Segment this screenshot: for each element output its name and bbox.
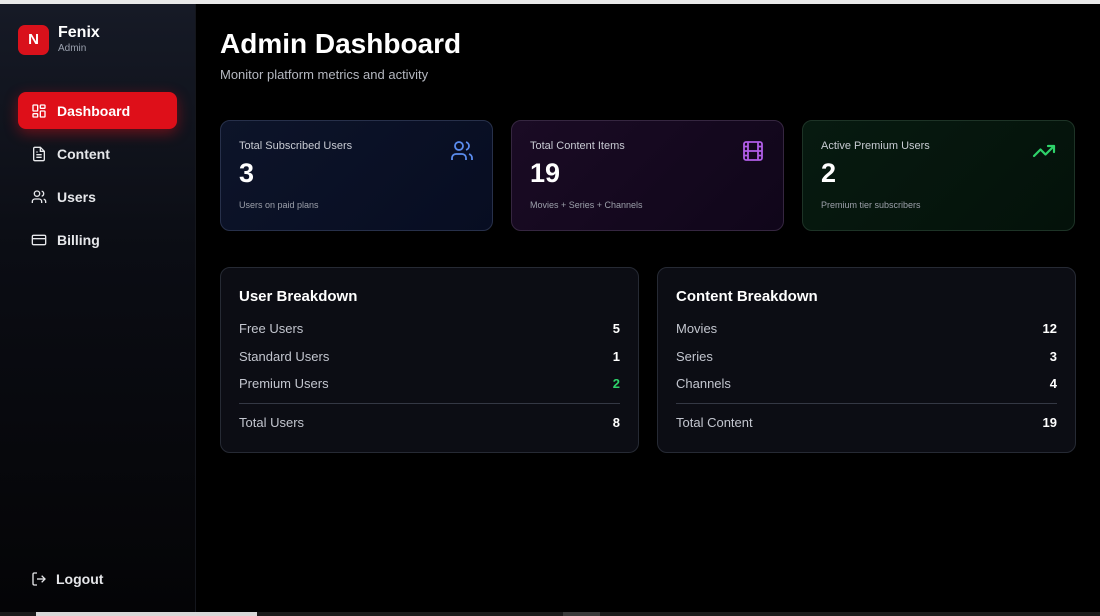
row-label: Standard Users bbox=[239, 348, 330, 364]
total-row: Total Content 19 bbox=[676, 408, 1057, 438]
user-breakdown-panel: User Breakdown Free Users 5 Standard Use… bbox=[220, 267, 639, 453]
stat-card-content-items: Total Content Items 19 Movies + Series +… bbox=[511, 120, 784, 231]
stat-caption: Premium tier subscribers bbox=[821, 200, 921, 210]
stat-value: 3 bbox=[239, 158, 255, 188]
stat-caption: Users on paid plans bbox=[239, 200, 319, 210]
stat-caption: Movies + Series + Channels bbox=[530, 200, 643, 210]
breakdown-row: Standard Users 1 bbox=[239, 343, 620, 371]
logout-label: Logout bbox=[56, 571, 104, 587]
users-icon bbox=[31, 189, 47, 205]
scrollbar-thumb-secondary bbox=[563, 612, 600, 616]
logout-button[interactable]: Logout bbox=[31, 571, 103, 587]
sidebar-item-dashboard[interactable]: Dashboard bbox=[18, 92, 177, 129]
brand-name: Fenix bbox=[58, 24, 100, 41]
sidebar-item-billing[interactable]: Billing bbox=[18, 221, 177, 258]
brand-logo: N bbox=[18, 24, 49, 55]
row-value: 19 bbox=[1042, 415, 1057, 430]
total-row: Total Users 8 bbox=[239, 408, 620, 438]
brand-role: Admin bbox=[58, 43, 87, 54]
row-label: Channels bbox=[676, 376, 731, 392]
stat-label: Active Premium Users bbox=[821, 140, 930, 152]
stat-value: 2 bbox=[821, 158, 837, 188]
row-value: 2 bbox=[612, 376, 620, 392]
content-breakdown-panel: Content Breakdown Movies 12 Series 3 Cha… bbox=[657, 267, 1076, 453]
stat-card-subscribed-users: Total Subscribed Users 3 Users on paid p… bbox=[220, 120, 493, 231]
dashboard-icon bbox=[31, 103, 47, 119]
breakdown-row: Movies 12 bbox=[676, 315, 1057, 343]
document-icon bbox=[31, 146, 47, 162]
row-label: Premium Users bbox=[239, 376, 329, 392]
divider bbox=[239, 402, 620, 404]
row-value: 1 bbox=[612, 348, 620, 364]
sidebar-item-label: Dashboard bbox=[57, 102, 131, 119]
sidebar-item-content[interactable]: Content bbox=[18, 135, 177, 172]
breakdown-row: Free Users 5 bbox=[239, 315, 620, 343]
brand: N Fenix Admin bbox=[18, 24, 100, 55]
panel-title: Content Breakdown bbox=[676, 288, 818, 305]
divider bbox=[676, 402, 1057, 404]
sidebar-nav: Dashboard Content Users Billing bbox=[18, 92, 177, 264]
breakdown-row: Series 3 bbox=[676, 343, 1057, 371]
panel-title: User Breakdown bbox=[239, 288, 358, 305]
row-value: 4 bbox=[1049, 376, 1057, 392]
users-icon bbox=[450, 139, 474, 163]
row-label: Total Content bbox=[676, 415, 753, 430]
sidebar-item-label: Content bbox=[57, 145, 110, 162]
row-label: Movies bbox=[676, 321, 718, 337]
stat-label: Total Content Items bbox=[530, 140, 625, 152]
trending-up-icon bbox=[1032, 139, 1056, 163]
page-title: Admin Dashboard bbox=[220, 28, 462, 59]
page-subtitle: Monitor platform metrics and activity bbox=[220, 67, 429, 82]
breakdown-row: Premium Users 2 bbox=[239, 370, 620, 398]
row-label: Total Users bbox=[239, 415, 305, 430]
scrollbar-thumb[interactable] bbox=[36, 612, 257, 616]
logout-icon bbox=[31, 571, 47, 587]
row-value: 8 bbox=[612, 415, 620, 430]
sidebar-item-label: Billing bbox=[57, 231, 100, 248]
stat-card-premium-users: Active Premium Users 2 Premium tier subs… bbox=[802, 120, 1075, 231]
sidebar: N Fenix Admin Dashboard Content Users Bi… bbox=[0, 4, 196, 616]
row-value: 5 bbox=[612, 321, 620, 337]
breakdown-row: Channels 4 bbox=[676, 370, 1057, 398]
row-label: Free Users bbox=[239, 321, 304, 337]
sidebar-item-label: Users bbox=[57, 188, 96, 205]
stat-label: Total Subscribed Users bbox=[239, 140, 353, 152]
sidebar-item-users[interactable]: Users bbox=[18, 178, 177, 215]
stat-value: 19 bbox=[530, 158, 561, 188]
film-icon bbox=[741, 139, 765, 163]
row-value: 12 bbox=[1042, 321, 1057, 337]
row-value: 3 bbox=[1049, 348, 1057, 364]
row-label: Series bbox=[676, 348, 713, 364]
credit-card-icon bbox=[31, 232, 47, 248]
